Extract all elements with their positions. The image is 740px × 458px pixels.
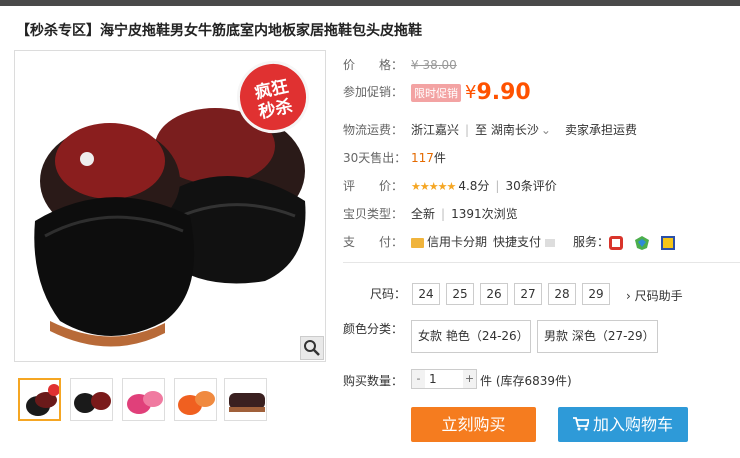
type-label: 宝贝类型： [343, 207, 404, 221]
color-option-women[interactable]: 女款 艳色（24-26） [411, 320, 531, 353]
product-title: 【秒杀专区】海宁皮拖鞋男女牛筋底室内地板家居拖鞋包头皮拖鞋 [16, 23, 422, 39]
top-bar [0, 0, 740, 6]
chevron-down-icon[interactable]: ⌄ [541, 123, 551, 137]
sold-label: 30天售出： [343, 151, 407, 165]
type-row: 宝贝类型： 全新 | 1391次浏览 [343, 205, 518, 222]
quantity-increase-button[interactable]: + [463, 370, 476, 388]
price-label: 价 格： [343, 58, 404, 72]
promo-row: 参加促销： 限时促销 ¥9.90 [343, 80, 531, 105]
credit-card-icon [411, 237, 424, 248]
star-rating-icon: ★★★★★ [411, 180, 456, 193]
rating-score: 4.8分 [458, 179, 490, 193]
add-to-cart-label: 加入购物车 [592, 415, 673, 434]
quantity-label: 购买数量： [343, 374, 404, 388]
divider [343, 262, 740, 263]
type-value: 全新 [411, 207, 436, 221]
type-sep: | [441, 207, 446, 221]
color-option-men[interactable]: 男款 深色（27-29） [537, 320, 658, 353]
promo-tag: 限时促销 [411, 83, 461, 102]
size-option-26[interactable]: 26 [480, 283, 508, 305]
size-option-25[interactable]: 25 [446, 283, 474, 305]
promo-label: 参加促销： [343, 85, 404, 99]
size-helper-text: 尺码助手 [634, 289, 683, 303]
seven-day-return-icon[interactable] [609, 235, 624, 250]
quick-pay-icon [545, 238, 556, 247]
shipping-to[interactable]: 至 湖南长沙 [475, 123, 539, 137]
payment-label: 支 付： [343, 235, 404, 249]
shipping-label: 物流运费： [343, 123, 404, 137]
sold-unit: 件 [433, 151, 446, 165]
original-price: ¥ 38.00 [411, 58, 457, 72]
main-product-image[interactable]: 疯狂 秒杀 [14, 50, 326, 362]
sold-count: 117 [411, 151, 434, 165]
payment-row: 支 付： 信用卡分期 快捷支付 服务： [343, 233, 687, 250]
sold-row: 30天售出： 117件 [343, 149, 446, 166]
stock-text: 件 (库存6839件) [480, 374, 572, 388]
guarantee-shield-icon[interactable] [635, 235, 650, 250]
price-row: 价 格： ¥ 38.00 [343, 56, 457, 73]
thumbnail-5[interactable] [224, 378, 267, 421]
thumbnail-1[interactable] [18, 378, 61, 421]
color-label: 颜色分类： [343, 322, 404, 336]
rating-label: 评 价： [343, 179, 404, 193]
shipping-sep: | [465, 123, 470, 137]
credit-installment[interactable]: 信用卡分期 [427, 235, 487, 249]
quantity-input[interactable]: 1 [427, 371, 463, 387]
size-option-27[interactable]: 27 [514, 283, 542, 305]
thumbnail-2[interactable] [70, 378, 113, 421]
size-label: 尺码： [370, 287, 407, 301]
zoom-icon[interactable] [300, 336, 324, 360]
cart-icon [572, 408, 591, 443]
promo-price: 9.90 [476, 80, 531, 105]
promo-currency: ¥ [465, 82, 477, 103]
size-option-24[interactable]: 24 [412, 283, 440, 305]
add-to-cart-button[interactable]: 加入购物车 [558, 407, 688, 442]
review-count-link[interactable]: 30条评价 [505, 179, 556, 193]
authentic-badge-icon[interactable] [661, 235, 676, 250]
size-option-28[interactable]: 28 [548, 283, 576, 305]
service-label: 服务： [573, 235, 610, 249]
thumbnail-4[interactable] [174, 378, 217, 421]
rating-sep: | [495, 179, 500, 193]
size-helper-link[interactable]: › 尺码助手 [626, 287, 683, 304]
quantity-decrease-button[interactable]: - [412, 370, 425, 388]
rating-row: 评 价： ★★★★★ 4.8分 | 30条评价 [343, 177, 557, 194]
quick-pay[interactable]: 快捷支付 [493, 235, 541, 249]
chevron-right-icon: › [626, 289, 631, 303]
shipping-from: 浙江嘉兴 [411, 123, 460, 137]
shipping-row: 物流运费： 浙江嘉兴 | 至 湖南长沙 ⌄ 卖家承担运费 [343, 121, 637, 138]
buy-now-button[interactable]: 立刻购买 [411, 407, 536, 442]
quantity-stepper: - 1 + [411, 369, 477, 389]
shipping-fee: 卖家承担运费 [564, 123, 637, 137]
size-option-29[interactable]: 29 [582, 283, 610, 305]
thumbnail-3[interactable] [122, 378, 165, 421]
view-count: 1391次浏览 [451, 207, 518, 221]
